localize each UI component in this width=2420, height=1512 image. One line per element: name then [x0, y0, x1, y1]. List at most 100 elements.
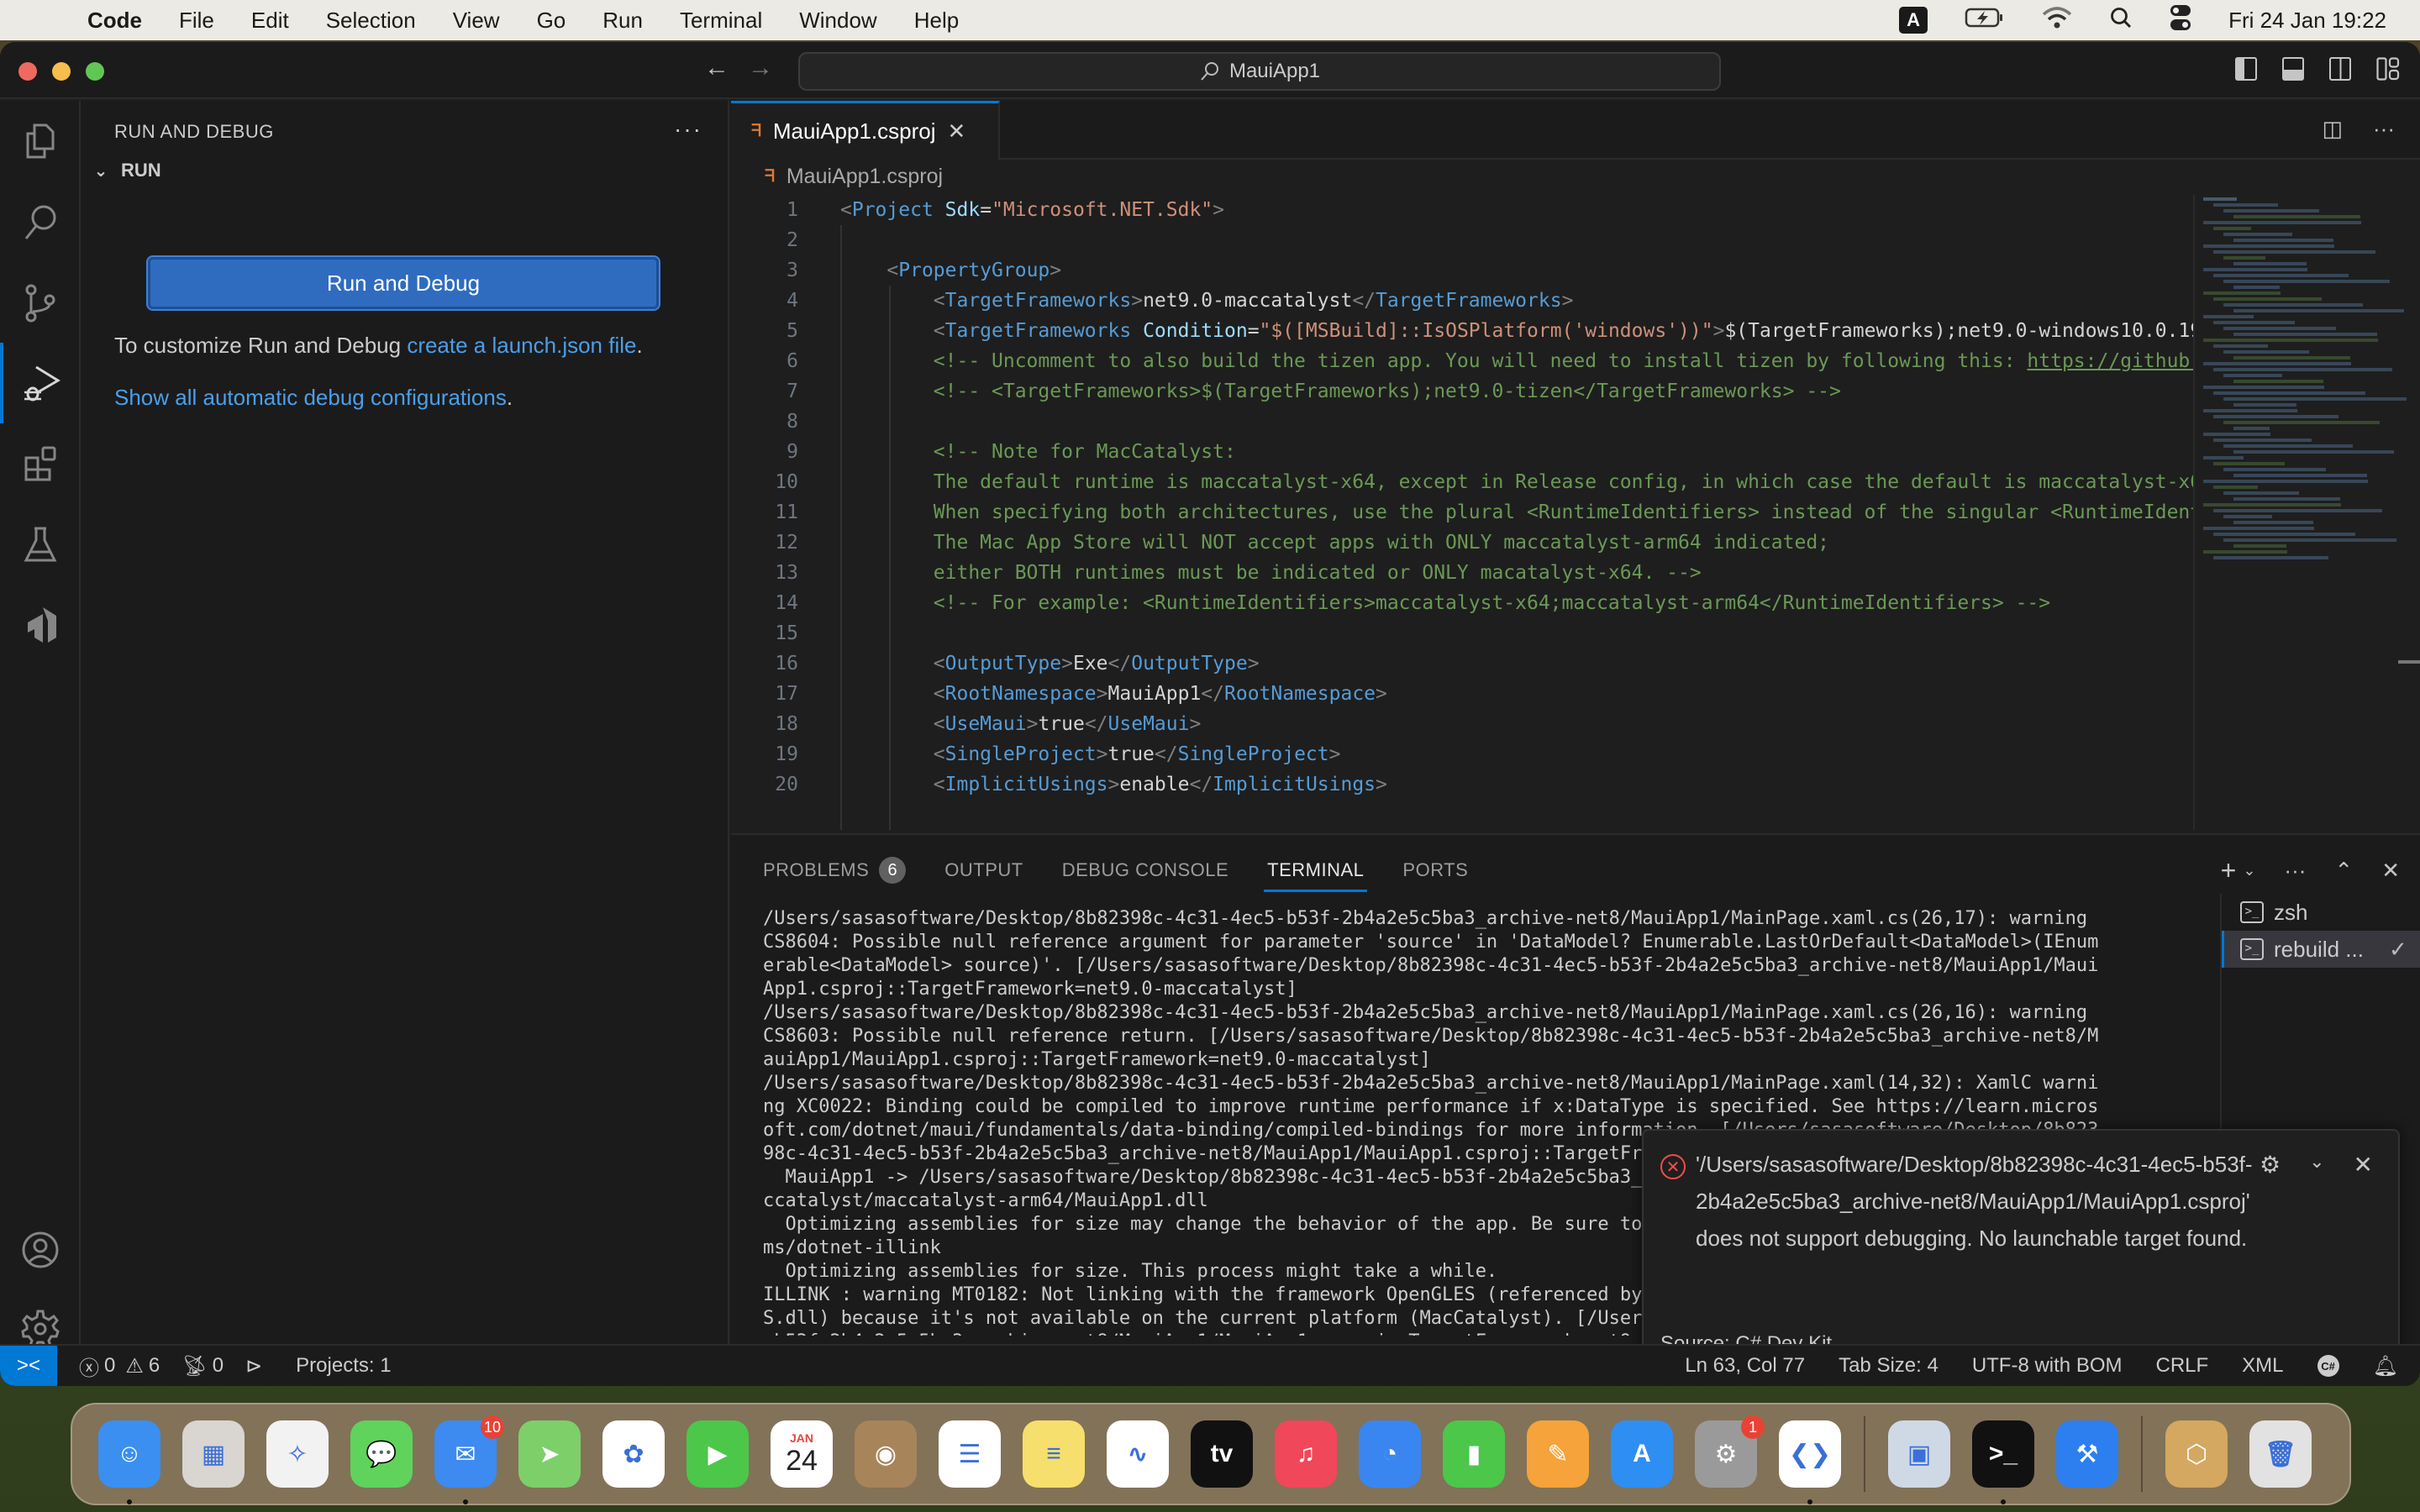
code-line[interactable]: 2	[731, 225, 2193, 255]
code-line[interactable]: 20 <ImplicitUsings>enable</ImplicitUsing…	[731, 769, 2193, 800]
dock-app-xcode[interactable]: ⚒	[2045, 1412, 2129, 1496]
close-window-button[interactable]	[18, 62, 37, 81]
menu-edit[interactable]: Edit	[251, 8, 289, 34]
dock-app-reminders[interactable]: ☰	[928, 1412, 1012, 1496]
minimap[interactable]	[2193, 195, 2407, 830]
dock-app-preview[interactable]: ▣	[1877, 1412, 1961, 1496]
go-forward-icon[interactable]: →	[748, 54, 773, 82]
go-back-icon[interactable]: ←	[704, 54, 729, 82]
activity-source-control[interactable]	[0, 262, 81, 343]
code-line[interactable]: 19 <SingleProject>true</SingleProject>	[731, 739, 2193, 769]
dock-app-trash[interactable]: 🗑	[2238, 1412, 2323, 1496]
tab-ports[interactable]: PORTS	[1402, 852, 1468, 889]
activity-testing[interactable]	[0, 504, 81, 585]
menu-go[interactable]: Go	[537, 8, 566, 34]
code-line[interactable]: 9 <!-- Note for MacCatalyst:	[731, 437, 2193, 467]
dock-app-photos[interactable]: ✿	[592, 1412, 676, 1496]
activity-search[interactable]	[0, 181, 81, 262]
zoom-window-button[interactable]	[86, 62, 104, 81]
close-tab-icon[interactable]: ✕	[948, 118, 966, 144]
dock-app-archive-utility[interactable]: ⬡	[2154, 1412, 2238, 1496]
debug-status[interactable]: ⊳	[245, 1354, 262, 1378]
dock-app-maps[interactable]: ➤	[508, 1412, 592, 1496]
tab-problems[interactable]: PROBLEMS 6	[763, 852, 907, 889]
activity-accounts[interactable]	[0, 1210, 81, 1290]
end-of-line[interactable]: CRLF	[2156, 1354, 2209, 1378]
split-editor-icon[interactable]: ◫	[2322, 116, 2343, 142]
breadcrumb-file[interactable]: MauiApp1.csproj	[786, 165, 943, 189]
activity-dotnet[interactable]	[0, 585, 81, 665]
toggle-primary-sidebar-icon[interactable]	[2235, 57, 2257, 81]
more-actions-icon[interactable]: ···	[674, 116, 702, 143]
code-line[interactable]: 14 <!-- For example: <RuntimeIdentifiers…	[731, 588, 2193, 618]
dock-app-keynote[interactable]: ◔	[1348, 1412, 1432, 1496]
dock-app-messages[interactable]: 💬	[339, 1412, 424, 1496]
close-panel-icon[interactable]: ✕	[2381, 858, 2400, 884]
spotlight-search-icon[interactable]	[2109, 6, 2133, 35]
csharp-dev-kit-icon[interactable]: C#	[2317, 1355, 2339, 1377]
dock-app-finder[interactable]: ☺	[87, 1412, 171, 1504]
control-center-icon[interactable]	[2170, 4, 2191, 37]
close-notification-icon[interactable]: ✕	[2354, 1151, 2373, 1179]
wifi-icon[interactable]	[2042, 6, 2072, 35]
code-line[interactable]: 15	[731, 618, 2193, 648]
dock-app-visual-studio-code[interactable]: ❮❯	[1768, 1412, 1852, 1504]
menu-view[interactable]: View	[453, 8, 500, 34]
customize-layout-icon[interactable]	[2376, 57, 2400, 85]
code-line[interactable]: 6 <!-- Uncomment to also build the tizen…	[731, 346, 2193, 376]
code-line[interactable]: 10 The default runtime is maccatalyst-x6…	[731, 467, 2193, 497]
code-line[interactable]: 1 <Project Sdk="Microsoft.NET.Sdk">	[731, 195, 2193, 225]
maximize-panel-icon[interactable]: ⌃	[2334, 858, 2353, 884]
editor-more-actions-icon[interactable]: ···	[2373, 116, 2395, 142]
code-line[interactable]: 16 <OutputType>Exe</OutputType>	[731, 648, 2193, 679]
activity-explorer[interactable]	[0, 101, 81, 181]
panel-more-actions-icon[interactable]: ···	[2284, 858, 2306, 884]
ports-status[interactable]: 📡︎ 0	[182, 1354, 224, 1378]
dock-app-launchpad[interactable]: ▦	[171, 1412, 255, 1496]
code-line[interactable]: 17 <RootNamespace>MauiApp1</RootNamespac…	[731, 679, 2193, 709]
terminal-profiles-chevron-icon[interactable]: ⌄	[2243, 862, 2255, 879]
dock-app-music[interactable]: ♫	[1264, 1412, 1348, 1496]
dock-app-freeform[interactable]: ∿	[1096, 1412, 1180, 1496]
dock-app-tv[interactable]: tv	[1180, 1412, 1264, 1496]
show-all-debug-configurations-link[interactable]: Show all automatic debug configurations	[114, 385, 507, 410]
menu-bar-clock[interactable]: Fri 24 Jan 19:22	[2228, 8, 2386, 34]
dock-app-system-settings[interactable]: ⚙ 1	[1684, 1412, 1768, 1496]
language-mode[interactable]: XML	[2242, 1354, 2283, 1378]
menu-selection[interactable]: Selection	[326, 8, 416, 34]
tab-debug-console[interactable]: DEBUG CONSOLE	[1062, 852, 1228, 889]
code-editor[interactable]: 1 <Project Sdk="Microsoft.NET.Sdk"> 2 3 <Pr…	[731, 195, 2193, 830]
toggle-secondary-sidebar-icon[interactable]	[2329, 57, 2351, 81]
file-encoding[interactable]: UTF-8 with BOM	[1972, 1354, 2123, 1378]
code-line[interactable]: 11 When specifying both architectures, u…	[731, 497, 2193, 528]
input-source-indicator[interactable]: A	[1899, 7, 1928, 34]
terminal-item-rebuild[interactable]: >_ rebuild ... ✓	[2222, 931, 2420, 968]
toggle-panel-icon[interactable]	[2282, 57, 2304, 81]
scrollbar-marker[interactable]	[2398, 660, 2420, 664]
collapse-notification-chevron-icon[interactable]: ⌄	[2309, 1151, 2324, 1179]
run-section-header[interactable]: ⌄ RUN	[89, 160, 161, 181]
code-line[interactable]: 5 <TargetFrameworks Condition="$([MSBuil…	[731, 316, 2193, 346]
dock-app-safari[interactable]: ✧	[255, 1412, 339, 1496]
dock-app-app-store[interactable]: A	[1600, 1412, 1684, 1496]
activity-extensions[interactable]	[0, 423, 81, 504]
code-line[interactable]: 4 <TargetFrameworks>net9.0-maccatalyst</…	[731, 286, 2193, 316]
problems-status[interactable]: ⓧ 0 ⚠ 6	[79, 1352, 160, 1381]
dock-app-mail[interactable]: ✉ 10	[424, 1412, 508, 1504]
run-and-debug-button[interactable]: Run and Debug	[146, 255, 660, 311]
dock-app-facetime[interactable]: ▶	[676, 1412, 760, 1496]
tab-terminal[interactable]: TERMINAL	[1264, 852, 1368, 892]
menu-help[interactable]: Help	[914, 8, 959, 34]
dock-app-terminal[interactable]: >_	[1961, 1412, 2045, 1504]
menu-run[interactable]: Run	[602, 8, 643, 34]
new-terminal-icon[interactable]: +	[2221, 855, 2237, 886]
remote-indicator-icon[interactable]: ><	[0, 1346, 57, 1386]
create-launch-json-link[interactable]: create a launch.json file	[407, 333, 636, 358]
tab-output[interactable]: OUTPUT	[944, 852, 1023, 889]
dock-app-numbers[interactable]: ▮	[1432, 1412, 1516, 1496]
dock-app-contacts[interactable]: ◉	[844, 1412, 928, 1496]
notification-settings-gear-icon[interactable]: ⚙	[2260, 1151, 2281, 1179]
minimize-window-button[interactable]	[52, 62, 71, 81]
tab-mauiapp1-csproj[interactable]: ᖷ MauiApp1.csproj ✕	[731, 101, 1000, 160]
code-line[interactable]: 3 <PropertyGroup>	[731, 255, 2193, 286]
